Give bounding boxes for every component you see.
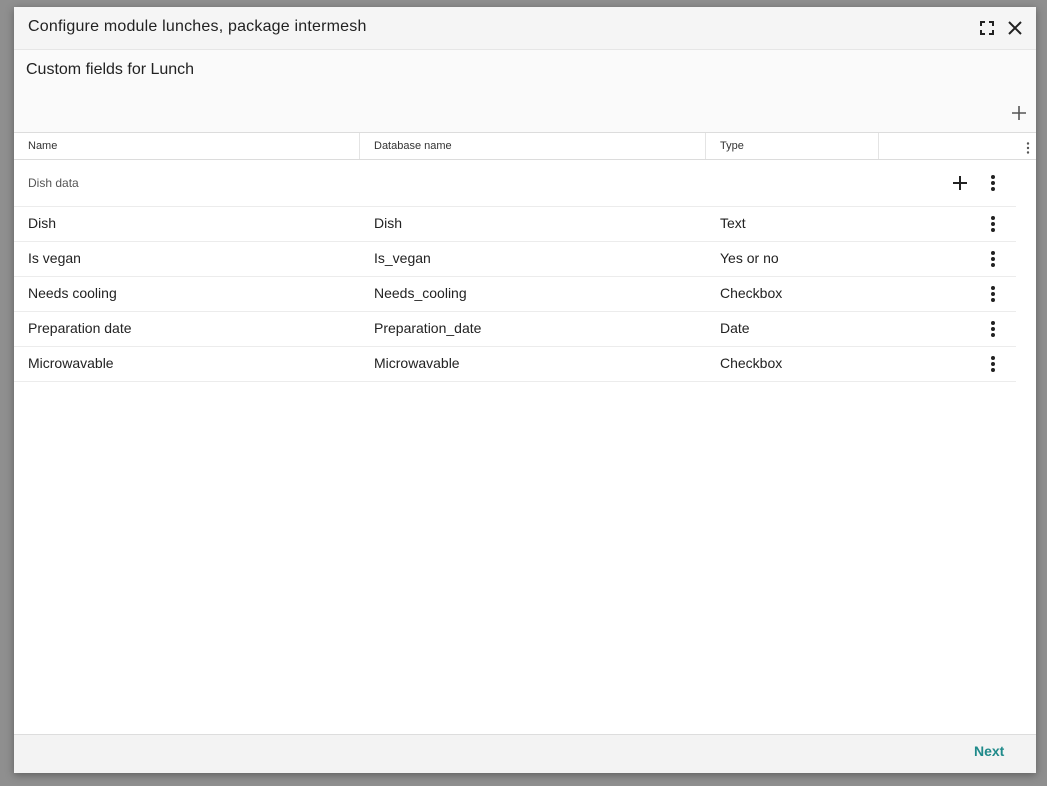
more-vertical-icon bbox=[991, 321, 995, 337]
field-database-name: Needs_cooling bbox=[374, 285, 467, 301]
more-vertical-icon bbox=[991, 175, 995, 191]
plus-icon bbox=[953, 176, 967, 190]
table-header: Name Database name Type bbox=[14, 132, 1036, 160]
table-row[interactable]: Preparation date Preparation_date Date bbox=[14, 312, 1016, 347]
more-vertical-icon bbox=[991, 216, 995, 232]
dialog-title: Configure module lunches, package interm… bbox=[28, 18, 367, 35]
more-vertical-icon bbox=[991, 286, 995, 302]
add-field-set-button[interactable] bbox=[1008, 102, 1030, 124]
field-name: Is vegan bbox=[28, 250, 81, 266]
next-button[interactable]: Next bbox=[974, 743, 1004, 759]
table-row[interactable]: Dish Dish Text bbox=[14, 207, 1016, 242]
field-type: Checkbox bbox=[720, 355, 783, 371]
dialog-titlebar: Configure module lunches, package interm… bbox=[14, 7, 1036, 50]
dialog-footer: Next bbox=[14, 734, 1036, 773]
configure-module-dialog: Configure module lunches, package interm… bbox=[14, 7, 1036, 773]
row-menu-button[interactable] bbox=[981, 282, 1005, 306]
plus-icon bbox=[1012, 106, 1026, 120]
field-database-name: Is_vegan bbox=[374, 250, 431, 266]
more-vertical-icon bbox=[991, 356, 995, 372]
field-type: Text bbox=[720, 215, 746, 231]
more-vertical-icon bbox=[991, 251, 995, 267]
row-menu-button[interactable] bbox=[981, 247, 1005, 271]
field-name: Microwavable bbox=[28, 355, 114, 371]
field-database-name: Dish bbox=[374, 215, 403, 231]
column-header-database-name[interactable]: Database name bbox=[360, 133, 706, 159]
table-row[interactable]: Needs cooling Needs_cooling Checkbox bbox=[14, 277, 1016, 312]
field-database-name: Microwavable bbox=[374, 355, 460, 371]
field-type: Yes or no bbox=[720, 250, 779, 266]
field-type: Checkbox bbox=[720, 285, 783, 301]
custom-fields-panel-header: Custom fields for Lunch bbox=[14, 50, 1036, 132]
field-name: Preparation date bbox=[28, 320, 132, 336]
table-row[interactable]: Microwavable Microwavable Checkbox bbox=[14, 347, 1016, 382]
field-type: Date bbox=[720, 320, 750, 336]
field-database-name: Preparation_date bbox=[374, 320, 482, 336]
field-set-label: Dish data bbox=[28, 176, 79, 190]
add-field-button[interactable] bbox=[948, 171, 972, 195]
row-menu-button[interactable] bbox=[981, 317, 1005, 341]
panel-title: Custom fields for Lunch bbox=[26, 61, 195, 78]
close-icon[interactable] bbox=[1004, 17, 1026, 39]
maximize-icon[interactable] bbox=[976, 17, 998, 39]
column-header-type[interactable]: Type bbox=[706, 133, 879, 159]
column-header-name[interactable]: Name bbox=[14, 133, 360, 159]
field-set-row: Dish data bbox=[14, 160, 1016, 207]
field-name: Needs cooling bbox=[28, 285, 117, 301]
column-header-actions bbox=[879, 133, 1036, 159]
row-menu-button[interactable] bbox=[981, 212, 1005, 236]
table-row[interactable]: Is vegan Is_vegan Yes or no bbox=[14, 242, 1016, 277]
row-menu-button[interactable] bbox=[981, 352, 1005, 376]
column-menu-icon[interactable] bbox=[1022, 139, 1034, 154]
field-name: Dish bbox=[28, 215, 57, 231]
field-list: Dish Dish Text Is vegan Is_vegan Yes or … bbox=[14, 207, 1016, 382]
field-set-menu-button[interactable] bbox=[981, 171, 1005, 195]
